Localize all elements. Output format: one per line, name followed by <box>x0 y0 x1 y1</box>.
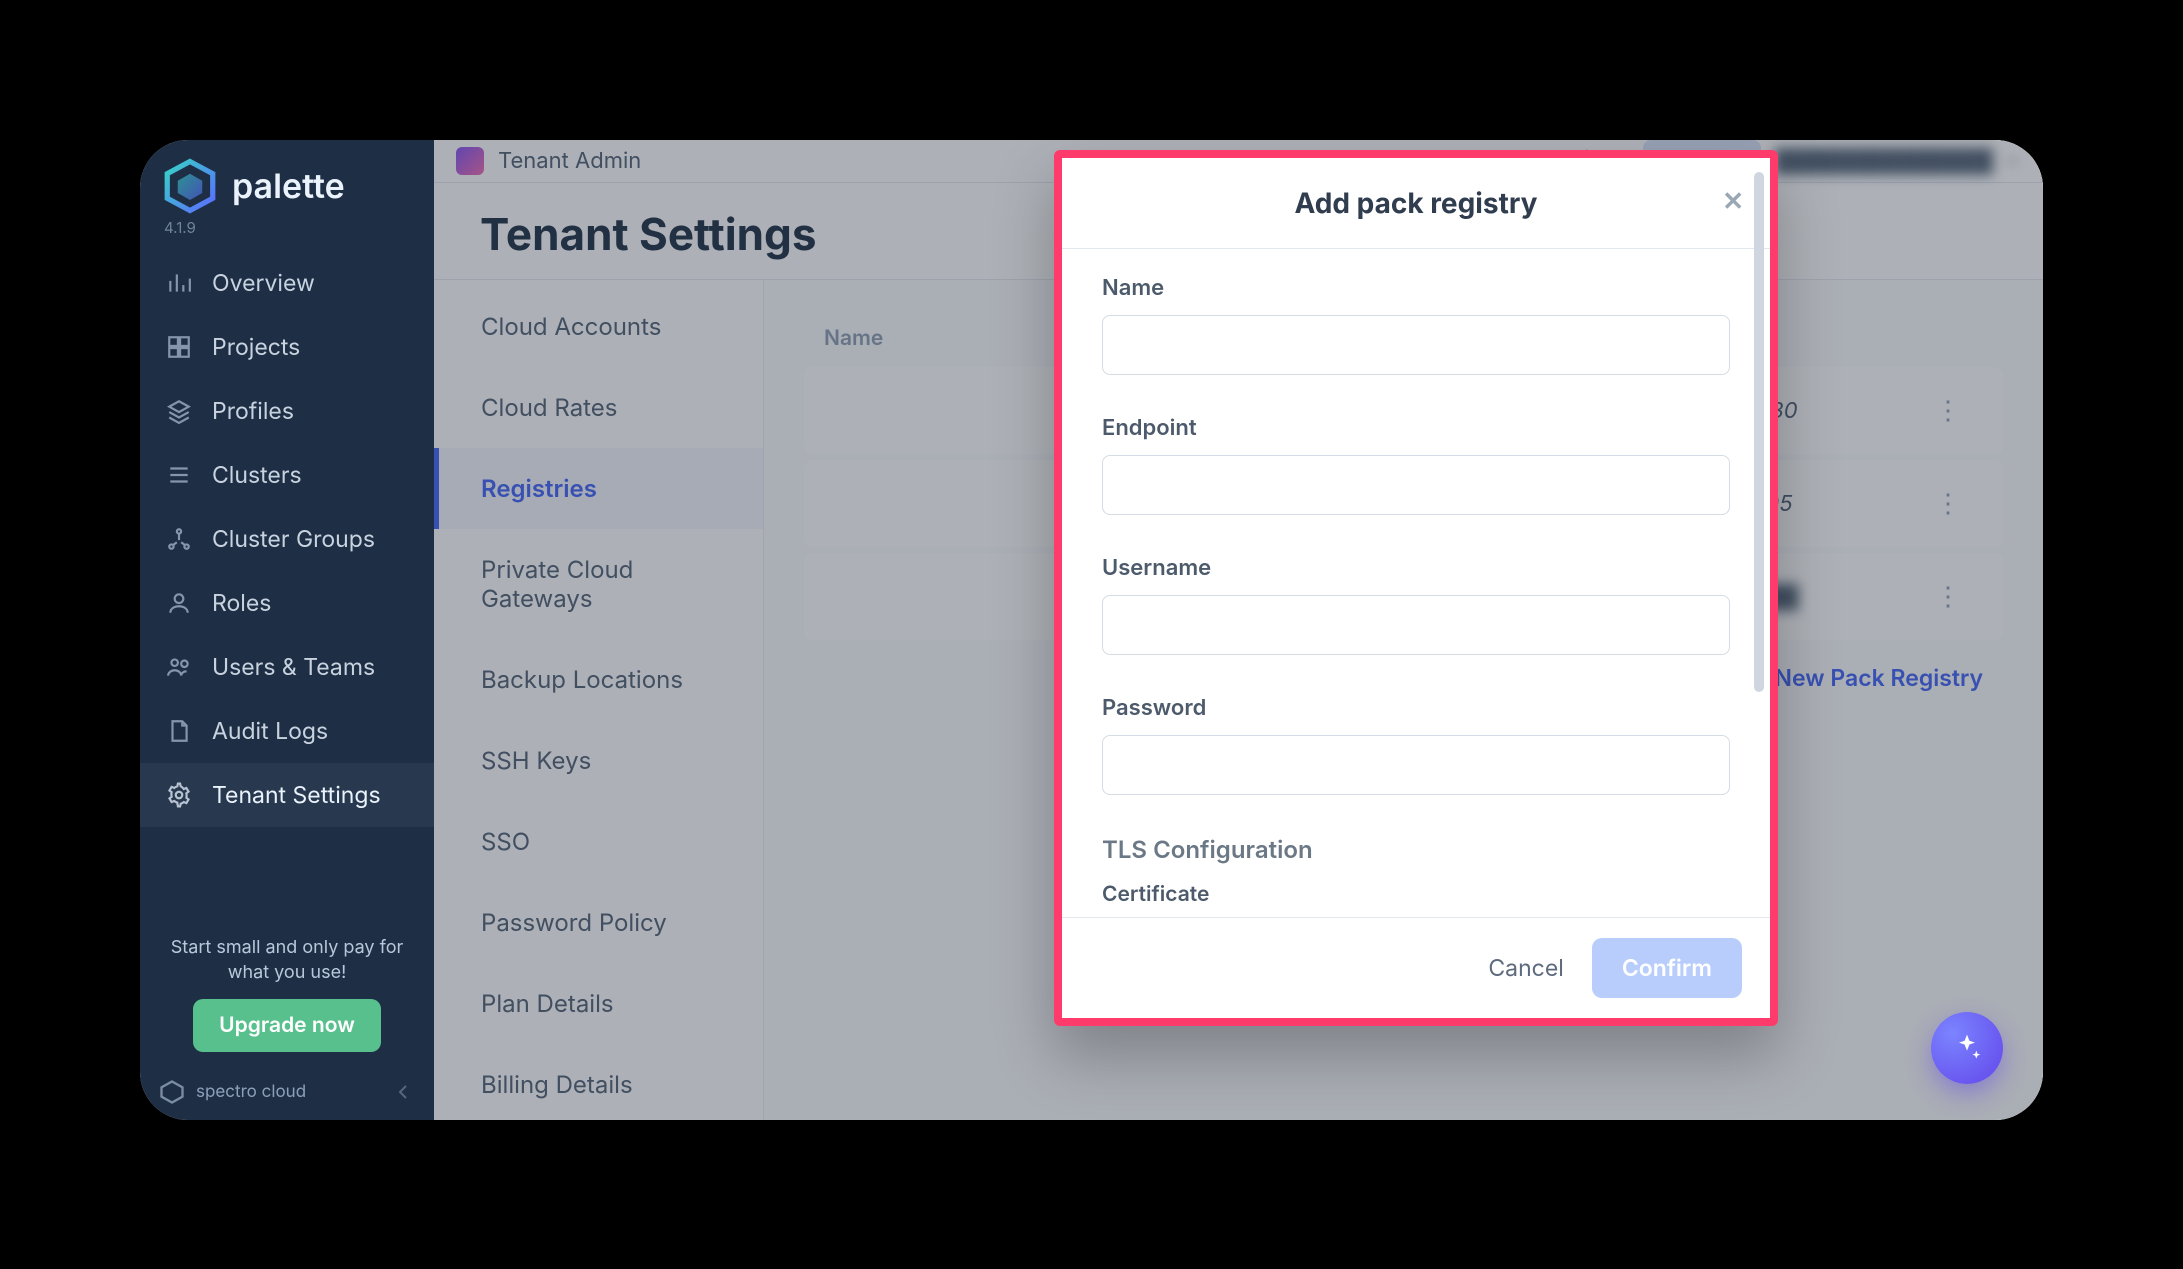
sidebar-item-label: Profiles <box>212 397 294 425</box>
assistant-fab[interactable] <box>1931 1012 2003 1084</box>
sparkle-icon <box>1951 1032 1983 1064</box>
sidebar-item-label: Users & Teams <box>212 653 375 681</box>
modal-footer: Cancel Confirm <box>1062 917 1770 1018</box>
username-input[interactable] <box>1102 595 1730 655</box>
name-input[interactable] <box>1102 315 1730 375</box>
password-input[interactable] <box>1102 735 1730 795</box>
company-logo-icon <box>158 1078 186 1106</box>
username-label: Username <box>1102 555 1730 581</box>
layers-icon <box>166 398 192 424</box>
modal-header: Add pack registry ✕ <box>1062 158 1770 249</box>
modal-title: Add pack registry <box>1294 186 1537 220</box>
certificate-label: Certificate <box>1102 882 1730 907</box>
sidebar-footer: spectro cloud <box>140 1068 434 1120</box>
upgrade-text: Start small and only pay for what you us… <box>156 935 418 985</box>
password-label: Password <box>1102 695 1730 721</box>
sidebar-item-cluster-groups[interactable]: Cluster Groups <box>140 507 434 571</box>
confirm-button[interactable]: Confirm <box>1592 938 1742 998</box>
close-icon[interactable]: ✕ <box>1722 186 1744 217</box>
endpoint-label: Endpoint <box>1102 415 1730 441</box>
upgrade-box: Start small and only pay for what you us… <box>140 925 434 1068</box>
main: Tenant Admin Docs ██████████████ Tenant … <box>434 140 2043 1120</box>
sidebar-item-label: Clusters <box>212 461 302 489</box>
collapse-sidebar-icon[interactable] <box>392 1080 416 1104</box>
sidebar: palette 4.1.9 Overview Projects Profiles… <box>140 140 434 1120</box>
sidebar-item-label: Audit Logs <box>212 717 328 745</box>
network-icon <box>166 526 192 552</box>
sidebar-item-roles[interactable]: Roles <box>140 571 434 635</box>
list-icon <box>166 462 192 488</box>
sidebar-item-label: Projects <box>212 333 300 361</box>
version-label: 4.1.9 <box>140 218 434 251</box>
tls-section-title: TLS Configuration <box>1102 835 1730 864</box>
sidebar-item-overview[interactable]: Overview <box>140 251 434 315</box>
sidebar-item-clusters[interactable]: Clusters <box>140 443 434 507</box>
sidebar-item-label: Tenant Settings <box>212 781 381 809</box>
footer-company: spectro cloud <box>196 1082 306 1102</box>
upgrade-button[interactable]: Upgrade now <box>193 999 381 1052</box>
gear-icon <box>166 782 192 808</box>
name-label: Name <box>1102 275 1730 301</box>
modal-body: Name Endpoint Username Password TLS Conf… <box>1062 249 1770 917</box>
brand-logo-icon <box>162 158 218 214</box>
cancel-button[interactable]: Cancel <box>1482 953 1569 983</box>
sidebar-item-audit-logs[interactable]: Audit Logs <box>140 699 434 763</box>
add-pack-registry-modal: Add pack registry ✕ Name Endpoint Userna… <box>1054 150 1778 1026</box>
scrollbar[interactable] <box>1754 249 1764 692</box>
sidebar-item-label: Cluster Groups <box>212 525 375 553</box>
sidebar-item-profiles[interactable]: Profiles <box>140 379 434 443</box>
endpoint-input[interactable] <box>1102 455 1730 515</box>
grid-icon <box>166 334 192 360</box>
sidebar-nav: Overview Projects Profiles Clusters Clus… <box>140 251 434 925</box>
sidebar-item-label: Overview <box>212 269 315 297</box>
document-icon <box>166 718 192 744</box>
users-icon <box>166 654 192 680</box>
chart-icon <box>166 270 192 296</box>
sidebar-item-label: Roles <box>212 589 271 617</box>
sidebar-item-tenant-settings[interactable]: Tenant Settings <box>140 763 434 827</box>
user-icon <box>166 590 192 616</box>
app-window: palette 4.1.9 Overview Projects Profiles… <box>140 140 2043 1120</box>
brand: palette <box>140 148 434 218</box>
brand-name: palette <box>232 166 345 207</box>
sidebar-item-users-teams[interactable]: Users & Teams <box>140 635 434 699</box>
sidebar-item-projects[interactable]: Projects <box>140 315 434 379</box>
